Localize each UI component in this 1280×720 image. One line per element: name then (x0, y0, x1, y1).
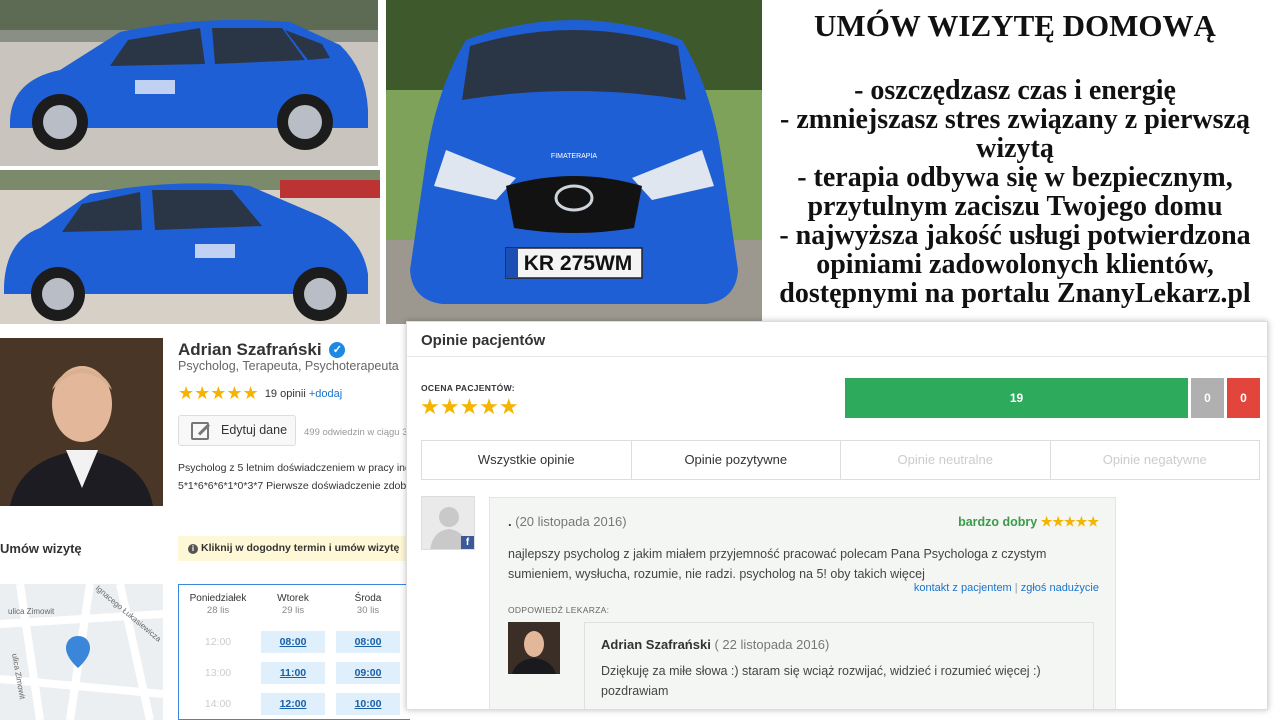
time-slot: 12:00 (204, 636, 232, 648)
negative-count-bar: 0 (1227, 378, 1260, 418)
calendar-day-name: Wtorek (277, 593, 309, 604)
rating-label: OCENA PACJENTÓW: (421, 383, 515, 393)
time-slot[interactable]: 08:00 (261, 631, 325, 653)
promo-line: - oszczędzasz czas i energię (854, 75, 1176, 106)
doctor-name-text[interactable]: Adrian Szafrański (178, 340, 322, 359)
promo-line: - najwyższa jakość usługi potwierdzona (779, 220, 1251, 251)
review-grade-text: bardzo dobry (958, 515, 1038, 529)
positive-count-bar: 19 (845, 378, 1188, 418)
car-photo-front: KR 275WM FIMATERAPIA (386, 0, 762, 324)
promo-list: - oszczędzasz czas i energię - zmniejsza… (762, 76, 1268, 308)
promo-block: UMÓW WIZYTĘ DOMOWĄ - oszczędzasz czas i … (762, 8, 1268, 308)
doctor-photo (0, 338, 163, 506)
review-author: . (20 listopada 2016) (508, 514, 627, 529)
time-slot[interactable]: 11:00 (261, 662, 325, 684)
review-stars-icon: ★★★★★ (1040, 514, 1099, 529)
booking-hint-text: Kliknij w dogodny termin i umów wizytę (201, 542, 400, 554)
add-opinion-link[interactable]: +dodaj (309, 388, 342, 400)
contact-patient-link[interactable]: kontakt z pacjentem (914, 582, 1012, 594)
location-map[interactable]: ulica Zimowit ulica Zimowit Ignacego Łuk… (0, 584, 163, 720)
promo-title: UMÓW WIZYTĘ DOMOWĄ (814, 8, 1216, 43)
promo-line: wizytą (976, 133, 1054, 164)
promo-line: opiniami zadowolonych klientów, (816, 249, 1214, 280)
promo-line: - terapia odbywa się w bezpiecznym, (797, 162, 1233, 193)
tab-neutral-opinions: Opinie neutralne (841, 441, 1051, 479)
doctor-reply-avatar (508, 622, 560, 674)
reviewer-avatar: f (421, 496, 475, 550)
calendar-day: Poniedziałek 28 lis 12:00 13:00 14:00 (181, 585, 255, 710)
doctor-specialization: Psycholog, Terapeuta, Psychoterapeuta (178, 359, 399, 373)
link-separator: | (1014, 582, 1018, 594)
report-abuse-link[interactable]: zgłoś nadużycie (1021, 582, 1099, 594)
opinions-count[interactable]: 19 opinii (265, 388, 306, 400)
booking-calendar: Poniedziałek 28 lis 12:00 13:00 14:00 Wt… (178, 584, 410, 720)
opinions-header: Opinie pacjentów (407, 322, 1267, 357)
calendar-day-name: Poniedziałek (189, 593, 247, 604)
rating-stars-icon: ★★★★★ (178, 383, 259, 403)
edit-icon (191, 422, 209, 440)
tab-negative-opinions: Opinie negatywne (1102, 452, 1207, 467)
car-photo-side-1 (0, 0, 378, 166)
doctor-reply: Adrian Szafrański ( 22 listopada 2016) D… (584, 622, 1094, 709)
review-date: (20 listopada 2016) (515, 514, 627, 529)
review-grade: bardzo dobry ★★★★★ (958, 514, 1099, 530)
opinion-filter-tabs: Wszystkie opinie Opinie pozytywne Opinie… (421, 440, 1260, 480)
calendar-day-date: 28 lis (206, 605, 230, 616)
doctor-name[interactable]: Adrian Szafrański ✓ (178, 340, 346, 360)
bio-line: 5*1*6*6*6*1*0*3*7 Pierwsze doświadczenie… (178, 480, 410, 492)
edit-profile-button[interactable]: Edytuj dane (178, 415, 296, 446)
review-card: . (20 listopada 2016) bardzo dobry ★★★★★… (489, 497, 1116, 709)
doctor-rating: ★★★★★ 19 opinii +dodaj (178, 383, 342, 404)
promo-line: - zmniejszasz stres związany z pierwszą (780, 104, 1250, 135)
time-slot[interactable]: 12:00 (261, 693, 325, 715)
promo-line: przytulnym zaciszu Twojego domu (807, 191, 1223, 222)
calendar-day: Wtorek 29 lis 08:00 11:00 12:00 (256, 585, 330, 715)
car-photo-side-2 (0, 170, 380, 324)
doctor-reply-label: ODPOWIEDŹ LEKARZA: (508, 605, 610, 615)
reply-author-name[interactable]: Adrian Szafrański (601, 637, 711, 652)
tab-positive-opinions[interactable]: Opinie pozytywne (632, 441, 841, 479)
car-logo-text: FIMATERAPIA (551, 153, 597, 160)
doctor-bio: Psycholog z 5 letnim doświadczeniem w pr… (178, 459, 410, 495)
time-slot: 14:00 (204, 698, 232, 710)
reply-text: Dziękuję za miłe słowa :) staram się wci… (601, 664, 1041, 698)
time-slot: 13:00 (204, 667, 232, 679)
calendar-day-name: Środa (354, 593, 382, 604)
review-text: najlepszy psycholog z jakim miałem przyj… (508, 547, 1047, 581)
patient-opinions-panel: Opinie pacjentów OCENA PACJENTÓW: ★★★★★ … (406, 321, 1268, 710)
reply-author: Adrian Szafrański ( 22 listopada 2016) (601, 637, 829, 652)
promo-line: dostępnymi na portalu ZnanyLekarz.pl (779, 278, 1251, 309)
calendar-day: Środa 30 lis 08:00 09:00 10:00 (331, 585, 405, 715)
neutral-count-bar: 0 (1191, 378, 1224, 418)
booking-hint: i Kliknij w dogodny termin i umów wizytę (178, 536, 418, 561)
review-author-name: . (508, 514, 512, 529)
visits-count: 499 odwiedzin w ciągu 30 (304, 427, 413, 438)
calendar-day-date: 29 lis (281, 605, 305, 616)
bio-line: Psycholog z 5 letnim doświadczeniem w pr… (178, 462, 410, 474)
calendar-day-date: 30 lis (356, 605, 380, 616)
doctor-profile: Adrian Szafrański ✓ Psycholog, Terapeuta… (0, 326, 418, 720)
facebook-icon: f (461, 536, 474, 549)
verified-icon: ✓ (329, 342, 346, 358)
time-slot[interactable]: 08:00 (336, 631, 400, 653)
review-links: kontakt z pacjentem | zgłoś nadużycie (914, 582, 1099, 594)
rating-stars-icon: ★★★★★ (420, 394, 519, 419)
booking-title: Umów wizytę (0, 541, 82, 556)
license-plate: KR 275WM (524, 252, 633, 275)
info-icon: i (188, 544, 198, 554)
reply-date: ( 22 listopada 2016) (714, 637, 830, 652)
time-slot[interactable]: 09:00 (336, 662, 400, 684)
tab-all-opinions[interactable]: Wszystkie opinie (422, 441, 632, 479)
time-slot[interactable]: 10:00 (336, 693, 400, 715)
edit-profile-label: Edytuj dane (221, 423, 288, 437)
map-street-label: ulica Zimowit (8, 607, 55, 616)
